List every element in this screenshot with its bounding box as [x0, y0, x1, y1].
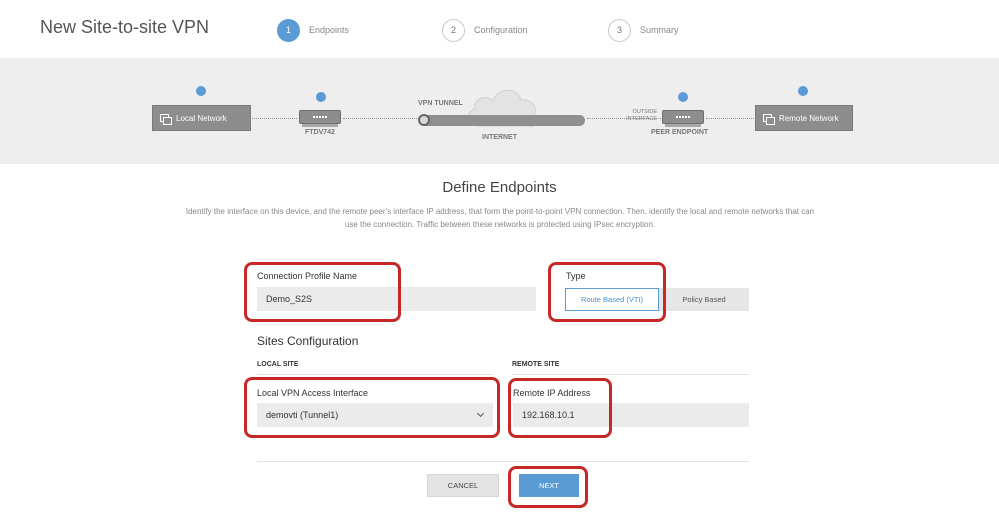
local-network-label: Local Network [176, 113, 227, 123]
section-heading: Define Endpoints [442, 179, 557, 196]
step-summary[interactable]: 3 Summary [608, 18, 679, 42]
outside-interface-label: OUTSIDE INTERFACE [626, 109, 657, 122]
divider [512, 374, 749, 375]
connector-line [252, 118, 297, 119]
cancel-button[interactable]: CANCEL [427, 474, 499, 497]
connector-line [343, 118, 419, 119]
vpn-tunnel-pipe [420, 115, 585, 126]
divider [257, 374, 493, 375]
network-icon [763, 113, 775, 125]
remote-site-header: REMOTE SITE [512, 361, 560, 368]
step-label: Configuration [474, 25, 528, 35]
sites-configuration-title: Sites Configuration [257, 334, 359, 348]
peer-endpoint-label: PEER ENDPOINT [651, 129, 709, 136]
step-number: 3 [608, 18, 631, 42]
peer-device-icon [662, 110, 704, 127]
highlight-frame [508, 466, 588, 508]
remote-network-label: Remote Network [779, 113, 839, 123]
divider [257, 461, 749, 462]
highlight-frame [508, 378, 612, 438]
vpn-tunnel-label: VPN TUNNEL [418, 100, 463, 107]
local-site-header: LOCAL SITE [257, 361, 299, 368]
step-configuration[interactable]: 2 Configuration [442, 18, 528, 42]
highlight-frame [244, 262, 401, 322]
device-name-label: FTDV742 [305, 129, 335, 136]
tunnel-endpoint-icon [418, 114, 430, 126]
device-dot-icon[interactable] [316, 92, 326, 102]
remote-network-dot-icon[interactable] [798, 86, 808, 96]
local-network-node[interactable]: Local Network [152, 105, 251, 131]
highlight-frame [244, 377, 500, 438]
remote-network-node[interactable]: Remote Network [755, 105, 853, 131]
step-number: 1 [277, 18, 300, 42]
firewall-device-icon [299, 110, 341, 127]
step-number: 2 [442, 18, 465, 42]
step-label: Summary [640, 25, 679, 35]
peer-dot-icon[interactable] [678, 92, 688, 102]
internet-label: INTERNET [482, 134, 517, 141]
step-endpoints[interactable]: 1 Endpoints [277, 18, 349, 42]
step-label: Endpoints [309, 25, 350, 35]
connector-line [706, 118, 754, 119]
section-description: Identify the interface on this device, a… [185, 207, 815, 229]
highlight-frame [548, 262, 666, 322]
type-policy-based-option[interactable]: Policy Based [659, 288, 749, 311]
page-title: New Site-to-site VPN [40, 17, 210, 37]
network-icon [160, 113, 172, 125]
local-network-dot-icon[interactable] [196, 86, 206, 96]
vpn-wizard-page: New Site-to-site VPN 1 Endpoints 2 Confi… [0, 0, 999, 518]
